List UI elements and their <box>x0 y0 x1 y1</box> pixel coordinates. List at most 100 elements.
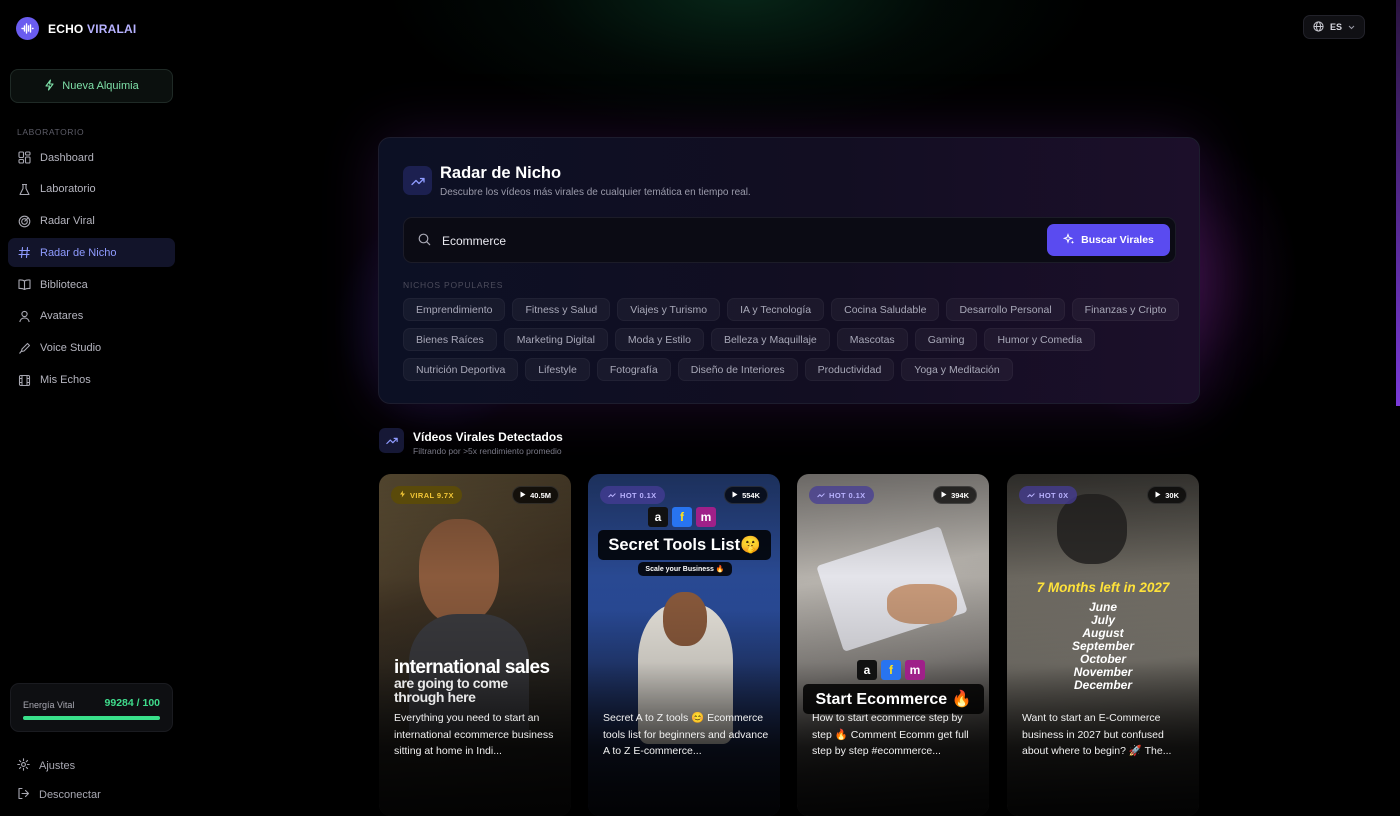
energy-bar <box>23 716 160 720</box>
sidebar-item-label: Mis Echos <box>40 374 91 387</box>
app-logo[interactable]: ECHO VIRALAI <box>16 17 136 40</box>
thumbnail-text: Scale your Business 🔥 <box>638 562 732 576</box>
energy-value: 99284 / 100 <box>104 697 160 709</box>
play-icon <box>1155 491 1161 500</box>
dashboard-icon <box>17 151 31 165</box>
page-title: Radar de Nicho <box>440 164 562 182</box>
thumbnail-text: Secret Tools List🤫 <box>598 530 771 560</box>
niche-radar-panel: Radar de Nicho Descubre los vídeos más v… <box>378 137 1200 404</box>
amazon-logo: a <box>648 507 668 527</box>
thumbnail-text: 7 Months left in 2027 <box>1036 580 1170 595</box>
trending-icon <box>817 491 825 500</box>
nav-section-label: LABORATORIO <box>17 127 85 137</box>
new-alchemy-label: Nueva Alquimia <box>62 80 139 92</box>
niche-chip[interactable]: IA y Tecnología <box>727 298 825 321</box>
search-icon <box>418 233 431 251</box>
views-badge: 394K <box>933 486 977 504</box>
sidebar-item-label: Radar Viral <box>40 215 95 228</box>
sidebar-item-avatares[interactable]: Avatares <box>8 302 175 331</box>
sidebar-item-biblioteca[interactable]: Biblioteca <box>8 270 175 299</box>
niche-chip[interactable]: Nutrición Deportiva <box>403 358 519 381</box>
bolt-icon <box>44 78 55 94</box>
ambient-glow <box>380 0 1100 140</box>
hash-icon <box>17 246 31 260</box>
bolt-icon <box>399 490 406 500</box>
niche-chip[interactable]: Yoga y Meditación <box>901 358 1013 381</box>
niche-chip[interactable]: Lifestyle <box>525 358 590 381</box>
video-caption: Secret A to Z tools 😊 Ecommerce tools li… <box>603 712 769 757</box>
brand-name: ECHO VIRALAI <box>48 22 136 36</box>
sidebar-item-laboratorio[interactable]: Laboratorio <box>8 175 175 204</box>
sidebar-item-mis-echos[interactable]: Mis Echos <box>8 366 175 395</box>
hot-badge: HOT 0.1X <box>600 486 665 504</box>
logout-link[interactable]: Desconectar <box>17 787 101 803</box>
niche-chip[interactable]: Diseño de Interiores <box>677 358 798 381</box>
badge-label: HOT 0X <box>1039 490 1069 500</box>
thumbnail-text: August <box>1082 626 1124 640</box>
niche-chip[interactable]: Mascotas <box>836 328 908 351</box>
niche-chip[interactable]: Productividad <box>804 358 895 381</box>
app-root: ECHO VIRALAI Nueva Alquimia LABORATORIO … <box>0 0 1400 816</box>
video-card[interactable]: a f m Start Ecommerce 🔥 HOT 0.1X 394K Ho… <box>797 474 989 816</box>
sidebar-item-radar-de-nicho[interactable]: Radar de Nicho <box>8 238 175 268</box>
video-card[interactable]: 7 Months left in 2027 June July August S… <box>1007 474 1199 816</box>
niche-chip[interactable]: Viajes y Turismo <box>617 298 721 321</box>
niche-chip[interactable]: Belleza y Maquillaje <box>710 328 830 351</box>
trending-icon <box>1027 491 1035 500</box>
sidebar-nav: Dashboard Laboratorio Radar Viral Radar … <box>8 143 175 397</box>
niche-chip[interactable]: Gaming <box>914 328 978 351</box>
mic-icon <box>17 341 31 355</box>
hot-badge: HOT 0X <box>1019 486 1077 504</box>
niche-chip[interactable]: Desarrollo Personal <box>946 298 1065 321</box>
niche-chip[interactable]: Humor y Comedia <box>984 328 1096 351</box>
niche-chip[interactable]: Moda y Estilo <box>614 328 704 351</box>
video-card[interactable]: a f m Secret Tools List🤫 Scale your Busi… <box>588 474 780 816</box>
thumbnail-text: October <box>1079 652 1126 666</box>
sidebar-item-voice-studio[interactable]: Voice Studio <box>8 334 175 363</box>
views-badge: 554K <box>724 486 768 504</box>
scrollbar[interactable] <box>1396 0 1400 406</box>
niche-chip[interactable]: Fotografía <box>596 358 671 381</box>
search-input[interactable]: Ecommerce <box>442 234 506 248</box>
views-count: 40.5M <box>530 490 551 500</box>
amazon-logo: a <box>857 660 877 680</box>
views-badge: 30K <box>1147 486 1187 504</box>
niche-chip[interactable]: Cocina Saludable <box>831 298 940 321</box>
trending-icon <box>403 166 432 195</box>
niche-chip[interactable]: Marketing Digital <box>503 328 608 351</box>
sidebar-item-label: Voice Studio <box>40 342 102 355</box>
videos-section-subtitle: Filtrando por >5x rendimiento promedio <box>413 446 562 456</box>
views-count: 394K <box>951 490 969 500</box>
search-virals-label: Buscar Virales <box>1081 234 1154 246</box>
page-subtitle: Descubre los vídeos más virales de cualq… <box>440 187 751 198</box>
thumbnail-text: November <box>1073 665 1133 679</box>
play-icon <box>732 491 738 500</box>
niche-search-bar: Ecommerce Buscar Virales <box>403 217 1176 263</box>
badge-label: HOT 0.1X <box>620 490 657 500</box>
sparkles-icon <box>1062 232 1075 248</box>
settings-link[interactable]: Ajustes <box>17 758 75 774</box>
globe-icon <box>1313 20 1324 34</box>
video-card[interactable]: VIRAL 9.7X 40.5M international sales are… <box>379 474 571 816</box>
language-selector[interactable]: ES <box>1303 15 1365 39</box>
niche-chip[interactable]: Finanzas y Cripto <box>1071 298 1180 321</box>
meesho-logo: m <box>696 507 716 527</box>
new-alchemy-button[interactable]: Nueva Alquimia <box>10 69 173 103</box>
brand-logos: a f m <box>648 507 716 527</box>
niche-chip[interactable]: Emprendimiento <box>403 298 506 321</box>
thumbnail-text: June <box>1088 600 1117 614</box>
search-virals-button[interactable]: Buscar Virales <box>1047 224 1170 256</box>
sidebar-item-dashboard[interactable]: Dashboard <box>8 143 175 172</box>
energy-label: Energía Vital <box>23 700 75 710</box>
sidebar-item-label: Laboratorio <box>40 183 96 196</box>
sidebar-item-radar-viral[interactable]: Radar Viral <box>8 207 175 236</box>
trending-icon <box>379 428 404 453</box>
niche-chip[interactable]: Bienes Raíces <box>403 328 497 351</box>
flask-icon <box>17 182 31 196</box>
logout-label: Desconectar <box>39 789 101 801</box>
niche-chip[interactable]: Fitness y Salud <box>512 298 611 321</box>
sidebar-item-label: Dashboard <box>40 151 94 164</box>
badge-label: HOT 0.1X <box>829 490 866 500</box>
sidebar: ECHO VIRALAI Nueva Alquimia LABORATORIO … <box>0 0 186 816</box>
settings-label: Ajustes <box>39 760 76 772</box>
